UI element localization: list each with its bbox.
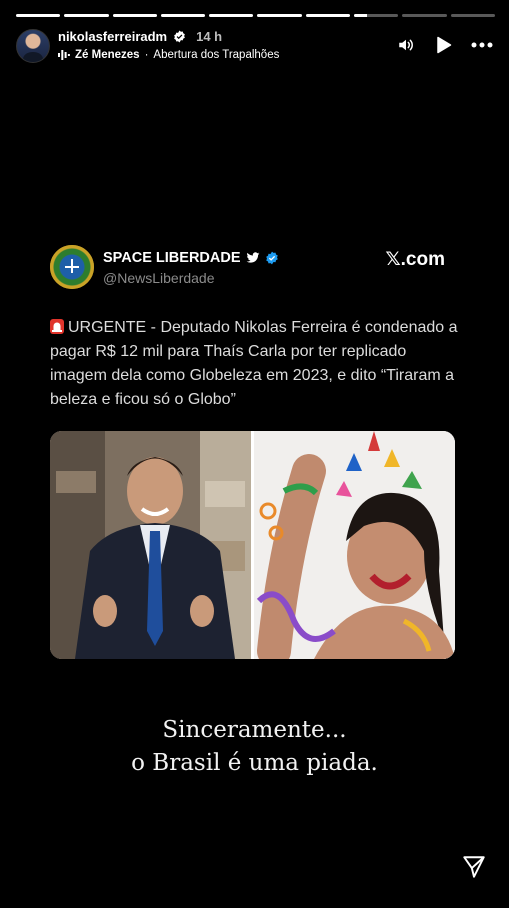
volume-icon[interactable]	[395, 34, 417, 56]
story-header: nikolasferreiradm 14 h Zé Menezes · Aber…	[16, 28, 493, 66]
progress-segment	[257, 14, 302, 17]
x-com-label: 𝕏.com	[385, 249, 445, 270]
tweet-text: URGENTE - Deputado Nikolas Ferreira é co…	[50, 319, 458, 408]
more-icon[interactable]	[471, 34, 493, 56]
play-icon[interactable]	[433, 34, 455, 56]
story-caption: Sinceramente... o Brasil é uma piada.	[0, 714, 509, 780]
progress-segment	[450, 14, 495, 17]
account-name-line: SPACE LIBERDADE	[103, 250, 279, 266]
music-separator: ·	[144, 49, 149, 61]
photo-man-in-suit	[50, 431, 251, 659]
post-time: 14 h	[196, 29, 223, 44]
progress-segment-fill	[257, 14, 302, 17]
story-controls	[395, 34, 493, 56]
progress-segment-fill	[354, 14, 368, 17]
progress-segment-fill	[305, 14, 351, 17]
progress-segment-fill	[112, 14, 157, 17]
verified-icon	[265, 251, 278, 265]
music-line[interactable]: Zé Menezes · Abertura dos Trapalhões	[58, 49, 279, 61]
progress-segment	[160, 14, 206, 17]
photo-woman-carnival	[254, 431, 455, 659]
audio-wave-icon	[58, 50, 70, 60]
twitter-bird-icon	[246, 252, 259, 263]
caption-line-1: Sinceramente...	[162, 717, 347, 743]
progress-segment	[402, 14, 447, 17]
tweet-photos	[50, 431, 455, 659]
caption-line-2: o Brasil é uma piada.	[131, 750, 378, 776]
progress-segment-fill	[64, 14, 109, 17]
progress-segment	[112, 14, 157, 17]
story-progress-bar	[16, 14, 495, 17]
progress-segment-fill	[160, 14, 206, 17]
account-logo	[50, 245, 94, 289]
progress-segment-fill	[209, 14, 254, 17]
music-artist: Zé Menezes	[75, 49, 140, 61]
progress-segment	[16, 14, 61, 17]
account-handle: @NewsLiberdade	[103, 270, 215, 286]
user-line: nikolasferreiradm 14 h	[58, 29, 222, 44]
progress-segment	[209, 14, 254, 17]
progress-segment-fill	[16, 14, 61, 17]
siren-icon	[50, 319, 64, 334]
music-title: Abertura dos Trapalhões	[153, 49, 280, 61]
tweet-text-block: URGENTE - Deputado Nikolas Ferreira é co…	[50, 316, 460, 412]
progress-segment	[64, 14, 109, 17]
account-name: SPACE LIBERDADE	[103, 250, 241, 266]
progress-segment	[354, 14, 399, 17]
send-icon[interactable]	[461, 854, 487, 880]
username[interactable]: nikolasferreiradm	[58, 29, 167, 44]
verified-badge-icon	[174, 30, 185, 43]
avatar[interactable]	[16, 29, 50, 63]
progress-segment	[305, 14, 351, 17]
